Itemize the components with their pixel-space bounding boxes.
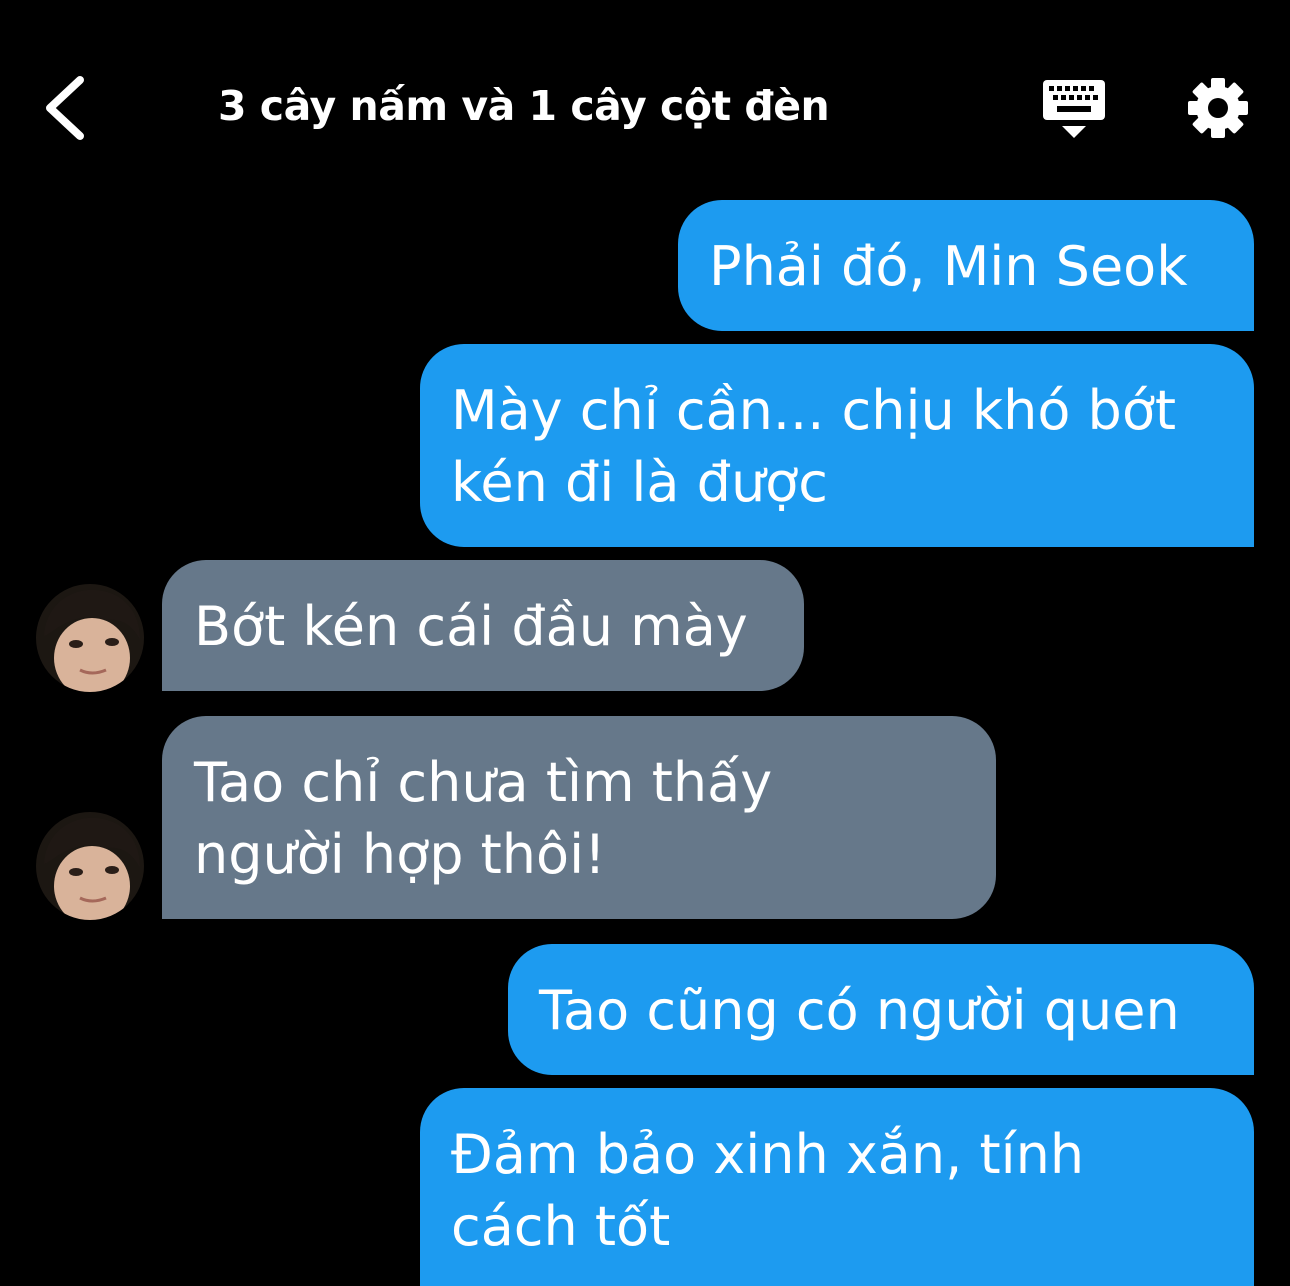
avatar-photo [36, 584, 144, 692]
settings-button[interactable] [1186, 76, 1250, 140]
message-bubble-outgoing[interactable]: Tao cũng có người quen [508, 944, 1254, 1075]
message-text: Tao cũng có người quen [539, 979, 1180, 1042]
message-text-line: Đảm bảo xinh xắn, tính [451, 1123, 1085, 1186]
message-bubble-incoming[interactable]: Bớt kén cái đầu mày [162, 560, 804, 691]
avatar[interactable] [36, 584, 144, 692]
message-text-line: cách tốt [451, 1195, 671, 1258]
avatar-photo [36, 812, 144, 920]
message-text-line: Mày chỉ cần... chịu khó bớt [451, 379, 1177, 442]
message-text: Phải đó, Min Seok [709, 235, 1188, 298]
chat-title: 3 cây nấm và 1 cây cột đèn [218, 82, 830, 130]
avatar[interactable] [36, 812, 144, 920]
gear-icon [1188, 78, 1248, 138]
message-text-line: người hợp thôi! [194, 823, 606, 886]
keyboard-toggle-button[interactable] [1038, 76, 1110, 142]
message-bubble-incoming[interactable]: Tao chỉ chưa tìm thấy người hợp thôi! [162, 716, 996, 919]
chevron-left-icon [46, 76, 84, 140]
chat-header: 3 cây nấm và 1 cây cột đèn [0, 0, 1290, 200]
message-text-line: Tao chỉ chưa tìm thấy [194, 751, 773, 814]
keyboard-icon [1043, 80, 1105, 138]
message-text-line: kén đi là được [451, 451, 828, 514]
message-bubble-outgoing[interactable]: Mày chỉ cần... chịu khó bớt kén đi là đư… [420, 344, 1254, 547]
message-bubble-outgoing[interactable]: Đảm bảo xinh xắn, tính cách tốt [420, 1088, 1254, 1286]
message-text: Bớt kén cái đầu mày [194, 595, 748, 658]
message-bubble-outgoing[interactable]: Phải đó, Min Seok [678, 200, 1254, 331]
back-button[interactable] [30, 70, 100, 150]
